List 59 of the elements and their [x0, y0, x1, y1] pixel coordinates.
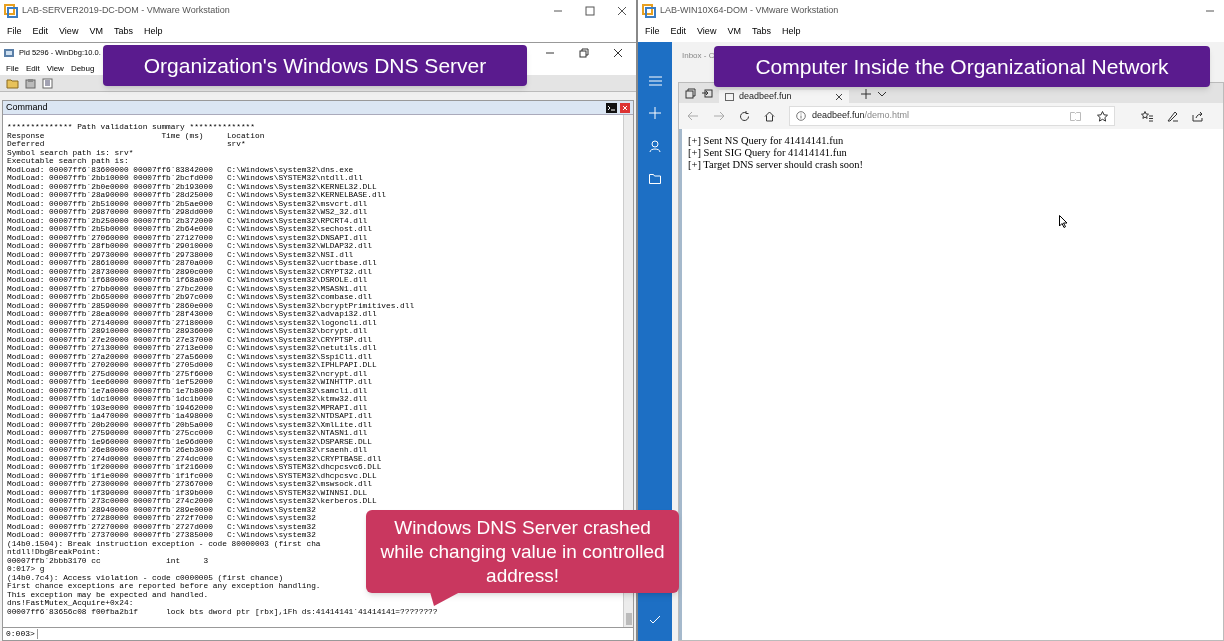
restore-icon[interactable]: [579, 48, 589, 58]
menu-item[interactable]: VM: [727, 25, 741, 39]
info-icon[interactable]: [796, 111, 806, 121]
window-title: LAB-WIN10X64-DOM - VMware Workstation: [660, 4, 839, 18]
set-aside-icon[interactable]: [702, 88, 713, 99]
home-icon[interactable]: [764, 110, 775, 122]
caption-banner: Computer Inside the Organizational Network: [714, 46, 1210, 87]
folder-icon[interactable]: [649, 173, 661, 184]
vmware-icon: [4, 4, 18, 18]
menu-item[interactable]: File: [645, 25, 660, 39]
favorites-list-icon[interactable]: [1141, 110, 1153, 122]
checkmark-icon[interactable]: [649, 615, 661, 625]
menu-item[interactable]: Edit: [32, 25, 49, 39]
close-icon[interactable]: [617, 6, 627, 16]
pane-title: Command: [6, 100, 48, 114]
menu-item[interactable]: View: [46, 63, 64, 75]
menu-item[interactable]: View: [59, 25, 79, 39]
app-title: Inbox - C: [682, 50, 715, 62]
page-text: [+] Sent NS Query for 41414141.fun: [688, 135, 845, 147]
callout-tail-icon: [430, 592, 460, 606]
star-icon[interactable]: [1097, 110, 1108, 122]
menu-item[interactable]: Edit: [25, 63, 40, 75]
windbg-icon: [3, 47, 15, 59]
command-prompt: 0:003>: [6, 628, 35, 640]
browser-tab[interactable]: deadbeef.fun: [719, 90, 849, 103]
person-icon[interactable]: [649, 140, 661, 152]
window-title: LAB-SERVER2019-DC-DOM - VMware Workstation: [22, 4, 230, 18]
close-icon[interactable]: [835, 92, 843, 101]
menu-item[interactable]: View: [697, 25, 717, 39]
menu-item[interactable]: File: [6, 63, 19, 75]
refresh-icon[interactable]: [739, 110, 750, 122]
caption-banner: Organization's Windows DNS Server: [103, 45, 527, 86]
pen-icon[interactable]: [1167, 110, 1178, 122]
menu-item[interactable]: Debug: [70, 63, 95, 75]
share-icon[interactable]: [1192, 110, 1204, 122]
menu-item[interactable]: Tabs: [113, 25, 133, 39]
clipboard-icon[interactable]: [25, 77, 36, 89]
close-icon[interactable]: [613, 48, 623, 58]
menu-item[interactable]: VM: [89, 25, 103, 39]
menu-item[interactable]: Help: [781, 25, 801, 39]
page-text: [+] Sent SIG Query for 41414141.fun: [688, 147, 848, 159]
terminal-icon[interactable]: [606, 102, 617, 113]
vmware-icon: [642, 4, 656, 18]
page-text: [+] Target DNS server should crash soon!: [688, 159, 865, 171]
cursor-icon: [1059, 215, 1068, 228]
chevron-down-icon[interactable]: [877, 91, 887, 97]
address-bar[interactable]: deadbeef.fun/demo.html: [789, 106, 1115, 126]
plus-icon[interactable]: [649, 107, 661, 119]
menu-item[interactable]: Edit: [670, 25, 687, 39]
folder-icon[interactable]: [6, 77, 19, 89]
url-text: deadbeef.fun/demo.html: [812, 109, 910, 123]
maximize-icon[interactable]: [585, 6, 595, 16]
new-tab-icon[interactable]: [861, 89, 871, 99]
menu-item[interactable]: Tabs: [751, 25, 771, 39]
document-icon[interactable]: [42, 77, 53, 89]
menu-item[interactable]: Help: [143, 25, 163, 39]
page-icon: [725, 92, 734, 101]
tabs-icon[interactable]: [685, 88, 696, 99]
menu-item[interactable]: File: [7, 25, 22, 39]
